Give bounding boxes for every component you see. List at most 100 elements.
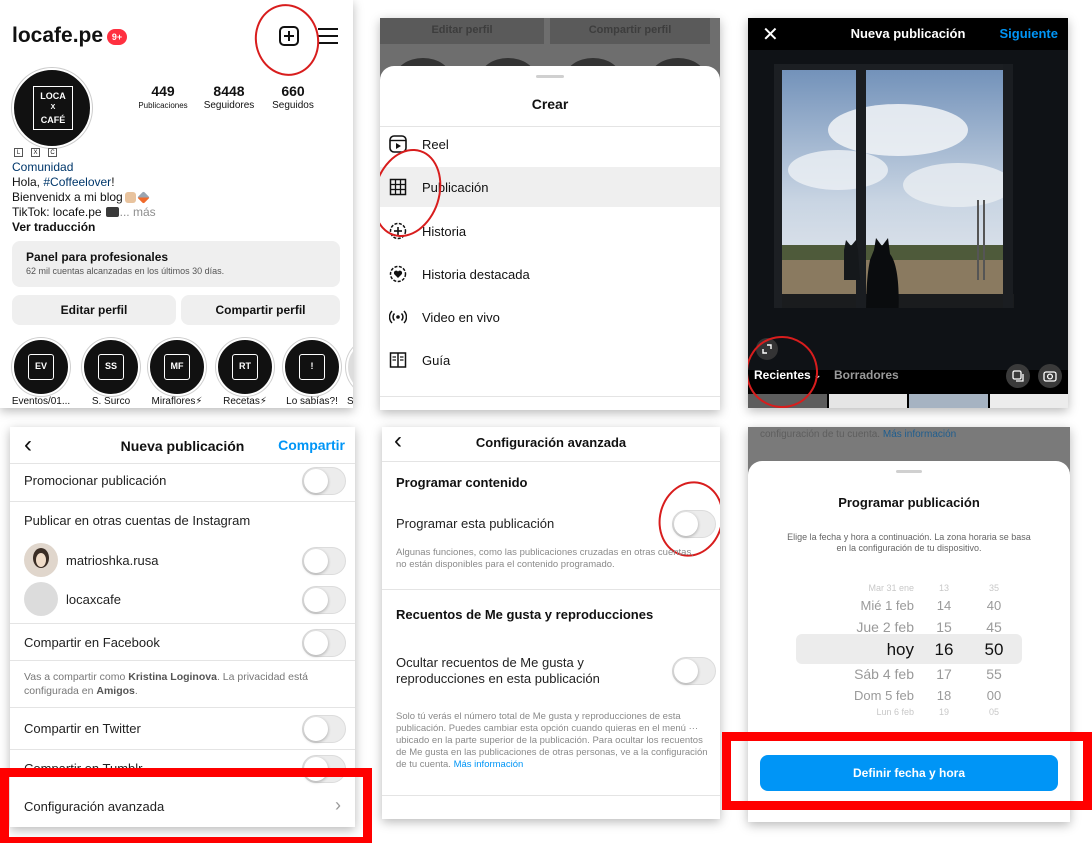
highlight-heart-icon bbox=[388, 264, 408, 284]
profile-avatar[interactable]: LOCA X CAFÉ bbox=[12, 68, 92, 148]
divider-twitter bbox=[10, 749, 355, 750]
stat-posts-label: Publicaciones bbox=[138, 101, 188, 110]
highlight-label-miraflores: Miraflores⚡ bbox=[151, 396, 203, 407]
bio-box-c: C bbox=[48, 148, 57, 157]
divider-facebook bbox=[10, 660, 355, 661]
header-divider bbox=[10, 463, 355, 464]
hamburger-menu-icon[interactable] bbox=[318, 28, 338, 44]
picker-row-7[interactable]: Lun 6 feb 19 05 bbox=[748, 707, 1070, 717]
story-add-icon bbox=[388, 221, 408, 241]
multi-select-icon[interactable] bbox=[1006, 364, 1030, 388]
picker-row-5[interactable]: Sáb 4 feb 17 55 bbox=[748, 666, 1070, 682]
promote-toggle[interactable] bbox=[302, 467, 346, 495]
highlight-label-recetas: Recetas⚡ bbox=[223, 396, 267, 407]
likes-toggle[interactable] bbox=[672, 657, 716, 685]
photo-preview[interactable] bbox=[748, 50, 1068, 370]
account-avatar-2 bbox=[24, 582, 58, 616]
create-plus-icon[interactable] bbox=[279, 26, 299, 46]
schedule-bg-link: Más información bbox=[882, 429, 957, 440]
highlight-recetas[interactable]: RT bbox=[216, 338, 274, 396]
share-button[interactable]: Compartir bbox=[278, 437, 345, 453]
set-date-time-button[interactable]: Definir fecha y hora bbox=[760, 755, 1058, 791]
avatar-logo: LOCA X CAFÉ bbox=[33, 86, 73, 130]
likes-note: Solo tú verás el número total de Me gust… bbox=[396, 711, 708, 770]
highlight-label-partial: S bbox=[347, 396, 353, 407]
more-info-link[interactable]: Más información bbox=[454, 759, 524, 770]
schedule-drag-handle[interactable] bbox=[896, 470, 922, 473]
tab-recent[interactable]: Recientes ⌄ bbox=[754, 368, 821, 382]
account-toggle-1[interactable] bbox=[302, 547, 346, 575]
edit-profile-button[interactable]: Editar perfil bbox=[12, 295, 176, 325]
menu-item-guide[interactable]: Guía bbox=[388, 340, 712, 380]
stat-posts[interactable]: 449 Publicaciones bbox=[128, 83, 198, 110]
professional-dashboard[interactable]: Panel para profesionales 62 mil cuentas … bbox=[12, 241, 340, 287]
account-toggle-2[interactable] bbox=[302, 586, 346, 614]
notification-badge[interactable]: 9+ bbox=[107, 29, 127, 45]
stat-following[interactable]: 660 Seguidos bbox=[263, 83, 323, 111]
profile-username[interactable]: locafe.pe bbox=[12, 24, 103, 48]
date-time-picker[interactable]: Mar 31 ene 13 35 Mié 1 feb 14 40 Jue 2 feb 15… bbox=[748, 571, 1070, 721]
menu-item-highlight[interactable]: Historia destacada bbox=[388, 254, 712, 294]
profile-category: Comunidad bbox=[12, 160, 74, 174]
bg-share-profile: Compartir perfil bbox=[550, 18, 710, 44]
menu-item-live[interactable]: Video en vivo bbox=[388, 297, 712, 337]
picker-row-selected[interactable]: hoy 16 50 bbox=[748, 640, 1070, 660]
likes-label: Ocultar recuentos de Me gusta y reproduc… bbox=[396, 655, 600, 686]
picker-row-2[interactable]: Mié 1 feb 14 40 bbox=[748, 598, 1070, 613]
menu-item-reel[interactable]: Reel bbox=[388, 124, 712, 164]
tumblr-label: Compartir en Tumblr bbox=[24, 761, 143, 776]
expand-icon[interactable] bbox=[756, 338, 778, 360]
grid-icon bbox=[388, 177, 408, 197]
reel-icon bbox=[388, 134, 408, 154]
advanced-title: Configuración avanzada bbox=[475, 435, 627, 450]
divider-schedule bbox=[382, 589, 720, 590]
advanced-settings-row[interactable]: Configuración avanzada › bbox=[10, 787, 355, 827]
schedule-panel: configuración de tu cuenta. Más informac… bbox=[748, 427, 1070, 822]
tumblr-toggle[interactable] bbox=[302, 755, 346, 783]
camera-emoji-icon bbox=[105, 207, 119, 217]
schedule-toggle[interactable] bbox=[672, 510, 716, 538]
see-translation-link[interactable]: Ver traducción bbox=[12, 220, 95, 234]
stat-following-value: 660 bbox=[281, 83, 305, 99]
schedule-title: Programar publicación bbox=[838, 495, 980, 510]
next-button[interactable]: Siguiente bbox=[999, 26, 1058, 41]
menu-item-post[interactable]: Publicación bbox=[380, 167, 720, 207]
likes-header: Recuentos de Me gusta y reproducciones bbox=[396, 607, 654, 622]
highlight-surco[interactable]: SS bbox=[82, 338, 140, 396]
facebook-toggle[interactable] bbox=[302, 629, 346, 657]
bio-boxes: L X C bbox=[14, 148, 57, 157]
stat-followers[interactable]: 8448 Seguidores bbox=[193, 83, 265, 111]
bio-more-link[interactable]: ... más bbox=[120, 205, 156, 219]
sheet-drag-handle[interactable] bbox=[536, 75, 564, 78]
menu-label-reel: Reel bbox=[422, 136, 449, 152]
schedule-bg-text: configuración de tu cuenta. Más informac… bbox=[760, 429, 957, 440]
highlight-partial[interactable] bbox=[346, 338, 353, 396]
bio-hashtag-link[interactable]: #Coffeelover bbox=[43, 175, 111, 189]
professional-dashboard-subtitle: 62 mil cuentas alcanzadas en los últimos… bbox=[26, 266, 225, 276]
guide-icon bbox=[388, 350, 408, 370]
facebook-note: Vas a compartir como Kristina Loginova. … bbox=[24, 671, 309, 697]
highlight-lo-sabias[interactable]: ! bbox=[283, 338, 341, 396]
menu-item-story[interactable]: Historia bbox=[388, 211, 712, 251]
divider-fb-note bbox=[10, 707, 355, 708]
schedule-note: Algunas funciones, como las publicacione… bbox=[396, 547, 694, 570]
bio-line-3: TikTok: locafe.pe ... más bbox=[12, 205, 156, 219]
divider-accounts bbox=[10, 623, 355, 624]
tab-recent-label: Recientes bbox=[754, 368, 811, 382]
picker-row-3[interactable]: Jue 2 feb 15 45 bbox=[748, 619, 1070, 635]
twitter-toggle[interactable] bbox=[302, 715, 346, 743]
professional-dashboard-title: Panel para profesionales bbox=[26, 250, 169, 264]
camera-icon[interactable] bbox=[1038, 364, 1062, 388]
highlight-miraflores[interactable]: MF bbox=[148, 338, 206, 396]
photo-scene bbox=[748, 50, 1068, 370]
highlight-eventos[interactable]: EV bbox=[12, 338, 70, 396]
picker-row-1[interactable]: Mar 31 ene 13 35 bbox=[748, 583, 1070, 593]
divider-promote bbox=[10, 501, 355, 502]
share-profile-button[interactable]: Compartir perfil bbox=[181, 295, 340, 325]
promote-label: Promocionar publicación bbox=[24, 473, 167, 488]
tab-drafts[interactable]: Borradores bbox=[834, 368, 899, 382]
advanced-bottom-divider bbox=[382, 795, 720, 796]
stat-posts-value: 449 bbox=[151, 83, 175, 99]
gallery-thumbnails[interactable] bbox=[748, 394, 1068, 408]
picker-row-6[interactable]: Dom 5 feb 18 00 bbox=[748, 688, 1070, 703]
